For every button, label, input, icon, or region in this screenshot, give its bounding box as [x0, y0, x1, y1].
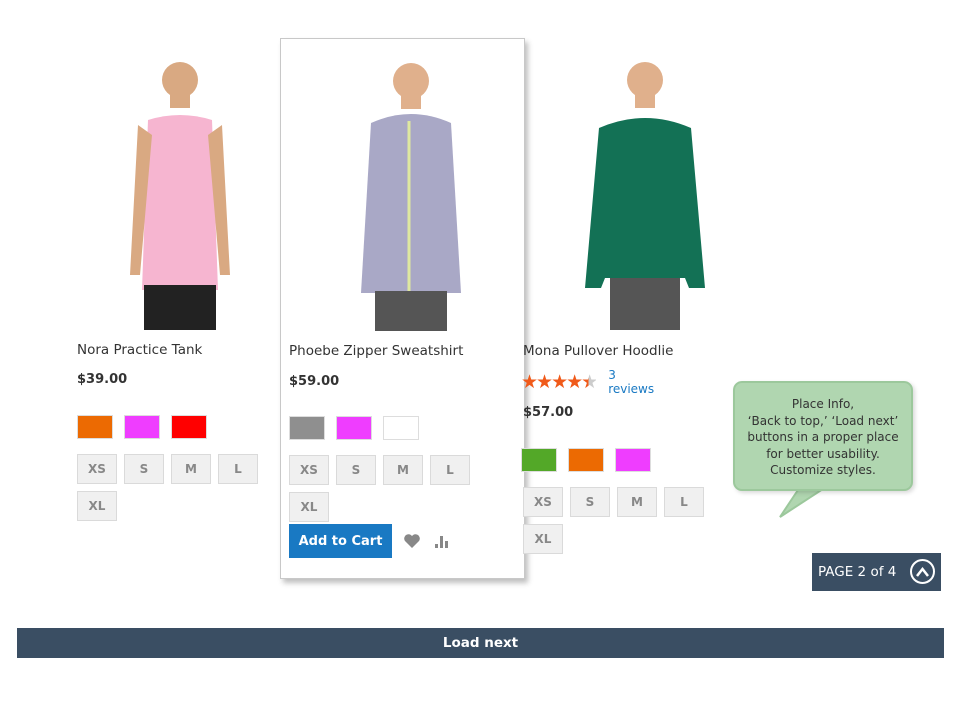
chevron-up-icon [916, 566, 929, 577]
page-info-text: PAGE 2 of 4 [818, 564, 897, 580]
product-card-hovered: Phoebe Zipper Sweatshirt $59.00 XS S M L… [280, 38, 525, 579]
page-info: PAGE 2 of 4 [812, 553, 941, 591]
size-m[interactable]: M [171, 454, 211, 484]
size-s[interactable]: S [570, 487, 610, 517]
back-to-top-button[interactable] [910, 559, 935, 584]
size-s[interactable]: S [336, 455, 376, 485]
tooltip-line: Customize styles. [770, 463, 876, 477]
tooltip-line: buttons in a proper place [747, 430, 899, 444]
tooltip-callout: Place Info, ‘Back to top,’ ‘Load next’ b… [733, 381, 913, 491]
half-star-icon: ★ [581, 371, 598, 393]
tooltip-tail [779, 487, 828, 518]
product-price: $57.00 [523, 405, 574, 420]
swatch-pink[interactable] [336, 416, 372, 440]
color-swatches [77, 415, 207, 439]
size-options: XS S M L XL [289, 455, 489, 522]
size-l[interactable]: L [430, 455, 470, 485]
rating-stars: ★★★★ ★ 3 reviews [521, 368, 654, 396]
product-image[interactable] [100, 50, 260, 330]
reviews-link[interactable]: 3 reviews [608, 368, 654, 396]
swatch-green[interactable] [521, 448, 557, 472]
size-options: XS S M L XL [77, 454, 277, 521]
swatch-pink[interactable] [615, 448, 651, 472]
product-name[interactable]: Mona Pullover Hoodlie [523, 343, 673, 359]
size-s[interactable]: S [124, 454, 164, 484]
product-name[interactable]: Nora Practice Tank [77, 342, 202, 358]
add-to-cart-button[interactable]: Add to Cart [289, 524, 392, 558]
product-price: $59.00 [289, 374, 340, 389]
swatch-white[interactable] [383, 416, 419, 440]
compare-icon[interactable] [434, 533, 452, 549]
product-price: $39.00 [77, 372, 128, 387]
size-m[interactable]: M [383, 455, 423, 485]
size-l[interactable]: L [218, 454, 258, 484]
swatch-orange[interactable] [568, 448, 604, 472]
swatch-gray[interactable] [289, 416, 325, 440]
product-image[interactable] [331, 51, 491, 331]
size-xs[interactable]: XS [289, 455, 329, 485]
size-xs[interactable]: XS [523, 487, 563, 517]
tooltip-line: ‘Back to top,’ ‘Load next’ [747, 413, 899, 428]
tooltip-line: Place Info, [791, 397, 855, 411]
size-l[interactable]: L [664, 487, 704, 517]
load-next-button[interactable]: Load next [17, 628, 944, 658]
color-swatches [521, 448, 651, 472]
product-name[interactable]: Phoebe Zipper Sweatshirt [289, 343, 463, 359]
size-xl[interactable]: XL [523, 524, 563, 554]
swatch-orange[interactable] [77, 415, 113, 439]
product-image[interactable] [565, 50, 725, 330]
swatch-pink[interactable] [124, 415, 160, 439]
swatch-red[interactable] [171, 415, 207, 439]
wishlist-heart-icon[interactable] [403, 533, 421, 549]
color-swatches [289, 416, 419, 440]
size-xl[interactable]: XL [77, 491, 117, 521]
size-xl[interactable]: XL [289, 492, 329, 522]
size-m[interactable]: M [617, 487, 657, 517]
star-icon: ★★★★ [521, 371, 583, 393]
size-options: XS S M L XL [523, 487, 723, 554]
tooltip-line: for better usability. [766, 446, 880, 461]
size-xs[interactable]: XS [77, 454, 117, 484]
